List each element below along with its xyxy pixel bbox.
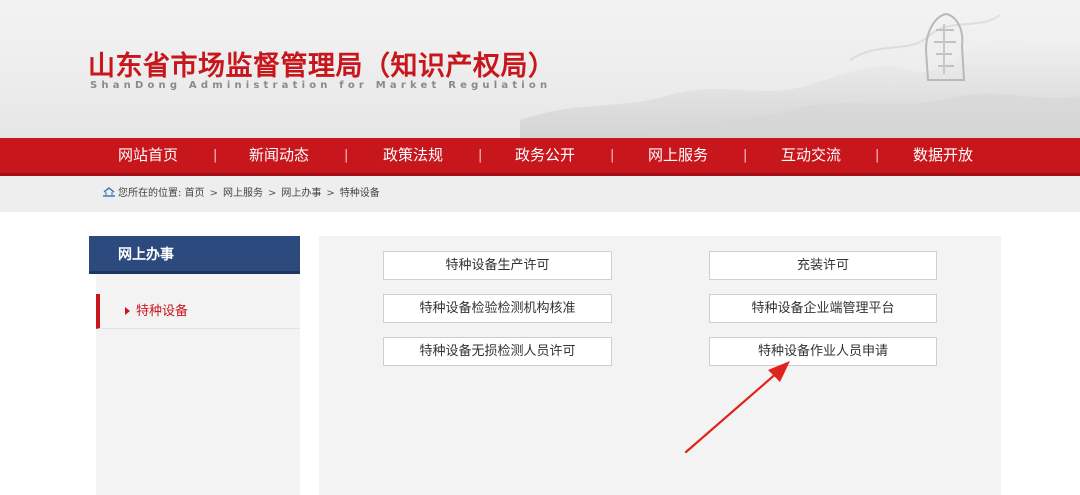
sidebar-title: 网上办事 (118, 247, 174, 263)
ndt-personnel-license-button[interactable]: 特种设备无损检测人员许可 (383, 337, 612, 366)
filling-license-button[interactable]: 充装许可 (709, 251, 937, 280)
sidebar-item-special-equipment[interactable]: 特种设备 (96, 294, 300, 329)
nav-item-home[interactable]: 网站首页 (118, 138, 178, 173)
breadcrumb-separator: > (326, 188, 335, 199)
home-icon (103, 187, 115, 197)
inspection-agency-approval-button[interactable]: 特种设备检验检测机构核准 (383, 294, 612, 323)
operator-application-button[interactable]: 特种设备作业人员申请 (709, 337, 937, 366)
nav-separator: | (344, 148, 349, 163)
enterprise-platform-button[interactable]: 特种设备企业端管理平台 (709, 294, 937, 323)
triangle-right-icon (125, 307, 130, 315)
nav-item-news[interactable]: 新闻动态 (249, 138, 309, 173)
nav-separator: | (743, 148, 748, 163)
nav-separator: | (610, 148, 615, 163)
nav-item-interaction[interactable]: 互动交流 (781, 138, 841, 173)
breadcrumb-online-services[interactable]: 网上服务 (223, 188, 263, 199)
seal-emblem (924, 12, 966, 81)
breadcrumb-separator: > (209, 188, 218, 199)
nav-item-policy[interactable]: 政策法规 (383, 138, 443, 173)
main-nav: 网站首页 | 新闻动态 | 政策法规 | 政务公开 | 网上服务 | 互动交流 … (0, 138, 1080, 176)
nav-item-open-data[interactable]: 数据开放 (913, 138, 973, 173)
breadcrumb-home[interactable]: 首页 (185, 188, 205, 199)
production-license-button[interactable]: 特种设备生产许可 (383, 251, 612, 280)
site-title: 山东省市场监督管理局（知识产权局） (88, 51, 556, 82)
nav-item-gov-affairs[interactable]: 政务公开 (515, 138, 575, 173)
nav-separator: | (213, 148, 218, 163)
mountain-watermark (520, 14, 1080, 138)
breadcrumb: 您所在的位置: 首页 > 网上服务 > 网上办事 > 特种设备 (103, 176, 380, 212)
nav-separator: | (875, 148, 880, 163)
breadcrumb-special-equipment[interactable]: 特种设备 (340, 188, 380, 199)
nav-separator: | (478, 148, 483, 163)
breadcrumb-separator: > (267, 188, 277, 199)
nav-item-online-services[interactable]: 网上服务 (648, 138, 708, 173)
site-subtitle: ShanDong Administration for Market Regul… (90, 80, 552, 91)
breadcrumb-prefix: 您所在的位置: (118, 188, 182, 199)
sidebar-header: 网上办事 (89, 236, 300, 274)
site-header: 山东省市场监督管理局（知识产权局） ShanDong Administratio… (0, 0, 1080, 138)
sidebar-item-label: 特种设备 (136, 304, 189, 319)
breadcrumb-online-affairs[interactable]: 网上办事 (281, 188, 321, 199)
breadcrumb-bar: 您所在的位置: 首页 > 网上服务 > 网上办事 > 特种设备 (0, 176, 1080, 212)
